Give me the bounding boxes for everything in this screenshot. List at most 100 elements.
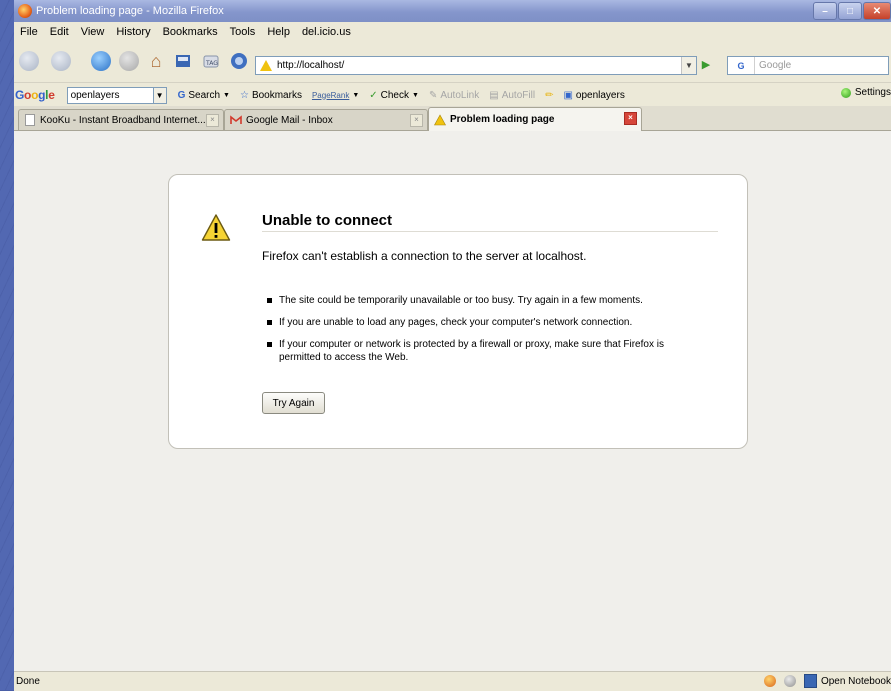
bookmark-page-icon <box>176 55 190 67</box>
menu-tools[interactable]: Tools <box>224 26 262 38</box>
stop-icon <box>119 51 139 71</box>
browser-window: Problem loading page - Mozilla Firefox –… <box>14 0 891 691</box>
menu-view[interactable]: View <box>75 26 111 38</box>
error-suggestions: The site could be temporarily unavailabl… <box>262 294 702 373</box>
url-text: http://localhost/ <box>277 60 345 71</box>
error-title: Unable to connect <box>262 212 393 229</box>
list-item: If you are unable to load any pages, che… <box>262 316 702 329</box>
autofill-icon: ▤ <box>489 89 499 101</box>
search-placeholder: Google <box>759 60 792 71</box>
tab-problem-loading[interactable]: Problem loading page × <box>428 107 642 131</box>
settings-label: Settings <box>854 87 891 98</box>
home-button[interactable]: ⌂ <box>145 50 167 72</box>
autofill-button[interactable]: ▤ AutoFill <box>484 90 540 101</box>
try-again-button[interactable]: Try Again <box>262 392 325 414</box>
chevron-down-icon: ▼ <box>352 91 360 99</box>
google-search-input[interactable]: openlayers <box>66 86 154 104</box>
tab-bar: KooKu - Instant Broadband Internet... × … <box>14 106 891 131</box>
window-title: Problem loading page - Mozilla Firefox <box>36 5 224 17</box>
url-bar[interactable]: http://localhost/ ▼ <box>255 56 697 75</box>
check-label: Check <box>380 89 409 101</box>
url-dropdown-icon[interactable]: ▼ <box>681 57 696 74</box>
delicious-button[interactable] <box>228 50 250 72</box>
go-arrow-icon: ▶ <box>701 59 711 71</box>
tab-close-icon[interactable]: × <box>624 112 637 125</box>
search-term-label: openlayers <box>575 89 625 101</box>
warning-icon <box>201 214 231 241</box>
warning-icon <box>434 113 446 125</box>
error-description: Firefox can't establish a connection to … <box>262 249 587 263</box>
home-icon: ⌂ <box>150 50 162 71</box>
status-bar: Done Open Notebook <box>14 671 891 691</box>
navigation-toolbar: ⌂ TAG http://localhost/ ▼ ▶ G Google <box>14 42 891 82</box>
page-icon <box>25 114 35 126</box>
autofill-label: AutoFill <box>501 89 536 101</box>
firebug-icon[interactable] <box>763 675 776 687</box>
bookmark-page-button[interactable] <box>172 50 194 72</box>
tag-icon: TAG <box>203 55 219 68</box>
tag-button[interactable]: TAG <box>200 50 222 72</box>
page-content: Unable to connect Firefox can't establis… <box>14 131 891 671</box>
search-engine-icon[interactable]: G <box>728 57 755 74</box>
open-notebook-button[interactable]: Open Notebook <box>803 674 891 688</box>
google-toolbar: Google openlayers ▼ G Search ▼ ☆ Bookmarks … <box>14 82 891 107</box>
forward-arrow-icon <box>51 51 71 71</box>
tab-close-icon[interactable]: × <box>206 114 219 127</box>
back-button[interactable] <box>18 50 40 72</box>
menu-help[interactable]: Help <box>261 26 296 38</box>
google-g-icon: G <box>177 89 186 101</box>
tag-label: TAG <box>205 60 218 67</box>
pagerank-label: PageRank <box>311 90 350 100</box>
highlighter-icon: ✏ <box>545 89 554 101</box>
bookmarks-label: Bookmarks <box>251 89 302 101</box>
pagerank-indicator[interactable]: PageRank ▼ <box>307 91 364 100</box>
open-notebook-label: Open Notebook <box>820 675 891 687</box>
maximize-button[interactable]: □ <box>838 2 862 20</box>
minimize-button[interactable]: – <box>813 2 837 20</box>
menu-history[interactable]: History <box>110 26 156 38</box>
stop-button[interactable] <box>118 50 140 72</box>
tab-label: Google Mail - Inbox <box>246 114 333 126</box>
notebook-icon <box>803 674 817 688</box>
highlight-button[interactable]: ✏ <box>540 90 558 101</box>
menu-bar: File Edit View History Bookmarks Tools H… <box>14 22 891 42</box>
check-icon: ✓ <box>369 89 378 101</box>
menu-bookmarks[interactable]: Bookmarks <box>157 26 224 38</box>
list-item: If your computer or network is protected… <box>262 338 702 364</box>
search-term-icon: ▣ <box>563 89 573 101</box>
spell-check-button[interactable]: ✓ Check ▼ <box>364 90 424 101</box>
reload-button[interactable] <box>90 50 112 72</box>
tab-close-icon[interactable]: × <box>410 114 423 127</box>
delicious-icon <box>231 53 247 69</box>
tab-google-mail[interactable]: Google Mail - Inbox × <box>224 109 428 130</box>
google-search-label: Search <box>188 89 221 101</box>
menu-file[interactable]: File <box>14 26 44 38</box>
go-button[interactable]: ▶ <box>698 56 714 73</box>
tab-label: KooKu - Instant Broadband Internet... <box>40 114 206 126</box>
google-search-button[interactable]: G Search ▼ <box>173 90 235 101</box>
autolink-button[interactable]: ✎ AutoLink <box>424 90 484 101</box>
menu-edit[interactable]: Edit <box>44 26 75 38</box>
close-button[interactable]: ✕ <box>863 2 891 20</box>
status-text: Done <box>16 676 40 687</box>
title-bar: Problem loading page - Mozilla Firefox –… <box>14 0 891 22</box>
search-term-button[interactable]: ▣ openlayers <box>558 90 629 101</box>
chevron-down-icon: ▼ <box>412 91 419 99</box>
tab-kooku[interactable]: KooKu - Instant Broadband Internet... × <box>18 109 224 130</box>
autolink-icon: ✎ <box>428 89 438 101</box>
google-logo[interactable]: Google <box>15 88 55 102</box>
forward-button[interactable] <box>50 50 72 72</box>
warning-icon <box>260 60 272 71</box>
search-bar[interactable]: G Google <box>727 56 889 75</box>
star-icon: ☆ <box>239 89 249 101</box>
google-search-dropdown-icon[interactable]: ▼ <box>153 86 167 104</box>
settings-status-icon <box>840 87 851 98</box>
google-settings-button[interactable]: Settings <box>840 87 891 98</box>
menu-delicious[interactable]: del.icio.us <box>296 26 357 38</box>
google-bookmarks-button[interactable]: ☆ Bookmarks <box>235 90 307 101</box>
autolink-label: AutoLink <box>440 89 480 101</box>
gmail-icon <box>230 115 242 124</box>
list-item: The site could be temporarily unavailabl… <box>262 294 702 307</box>
settings-gear-icon[interactable] <box>783 675 796 687</box>
reload-icon <box>91 51 111 71</box>
